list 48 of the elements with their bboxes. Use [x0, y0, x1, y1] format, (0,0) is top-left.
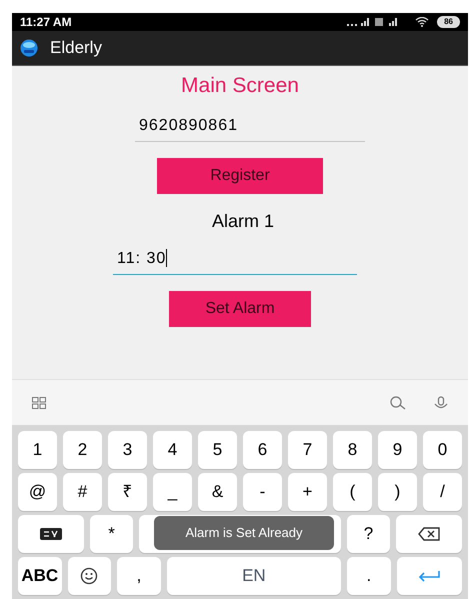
keyboard-key[interactable]: 3: [108, 431, 147, 469]
keyboard-key[interactable]: @: [18, 473, 57, 511]
keyboard-mode-icon: [40, 528, 62, 540]
register-button[interactable]: Register: [157, 158, 323, 194]
phone-field[interactable]: 9620890861: [135, 114, 365, 142]
keyboard-key[interactable]: 7: [288, 431, 327, 469]
layout-switch-key[interactable]: ABC: [18, 557, 62, 595]
grid-menu-icon[interactable]: [32, 396, 46, 408]
keyboard-key[interactable]: ): [378, 473, 417, 511]
keyboard-key[interactable]: ?: [346, 515, 390, 553]
battery-indicator: 86: [437, 16, 460, 28]
keyboard-key[interactable]: 4: [153, 431, 192, 469]
microphone-icon[interactable]: [434, 396, 448, 410]
keyboard-key[interactable]: 6: [243, 431, 282, 469]
alarm-label: Alarm 1: [212, 210, 274, 232]
alarm-field[interactable]: 11: 30: [113, 246, 357, 274]
backspace-key[interactable]: [396, 515, 462, 553]
screen-heading: Main Screen: [181, 73, 299, 99]
keyboard-key[interactable]: _: [153, 473, 192, 511]
keyboard-key[interactable]: ,: [117, 557, 161, 595]
enter-icon: [417, 570, 442, 582]
keyboard-key[interactable]: ₹: [108, 473, 147, 511]
keyboard-key[interactable]: (: [333, 473, 372, 511]
symbols-toggle-key[interactable]: [18, 515, 84, 553]
keyboard-key[interactable]: 0: [423, 431, 462, 469]
keyboard-key[interactable]: 5: [198, 431, 237, 469]
keyboard-key[interactable]: 9: [378, 431, 417, 469]
app-logo-icon: [20, 39, 38, 57]
emoji-key[interactable]: [68, 557, 112, 595]
keyboard-key[interactable]: /: [423, 473, 462, 511]
smiley-icon: [80, 567, 98, 585]
keyboard-key[interactable]: 1: [18, 431, 57, 469]
keyboard-key[interactable]: .: [347, 557, 391, 595]
keyboard-key[interactable]: #: [63, 473, 102, 511]
keyboard-key[interactable]: &: [198, 473, 237, 511]
keyboard-key[interactable]: *: [90, 515, 134, 553]
backspace-icon: [418, 527, 440, 541]
keyboard-key[interactable]: -: [243, 473, 282, 511]
keyboard-key[interactable]: +: [288, 473, 327, 511]
status-time: 11:27 AM: [20, 14, 72, 31]
keyboard-key[interactable]: 2: [63, 431, 102, 469]
set-alarm-button[interactable]: Set Alarm: [169, 290, 311, 326]
keyboard-key[interactable]: 8: [333, 431, 372, 469]
search-icon[interactable]: [390, 396, 406, 410]
space-key[interactable]: EN: [166, 557, 342, 595]
app-title: Elderly: [50, 37, 102, 60]
alarm-toast: Alarm is Set Already: [154, 516, 334, 550]
wifi-icon: [415, 17, 430, 27]
